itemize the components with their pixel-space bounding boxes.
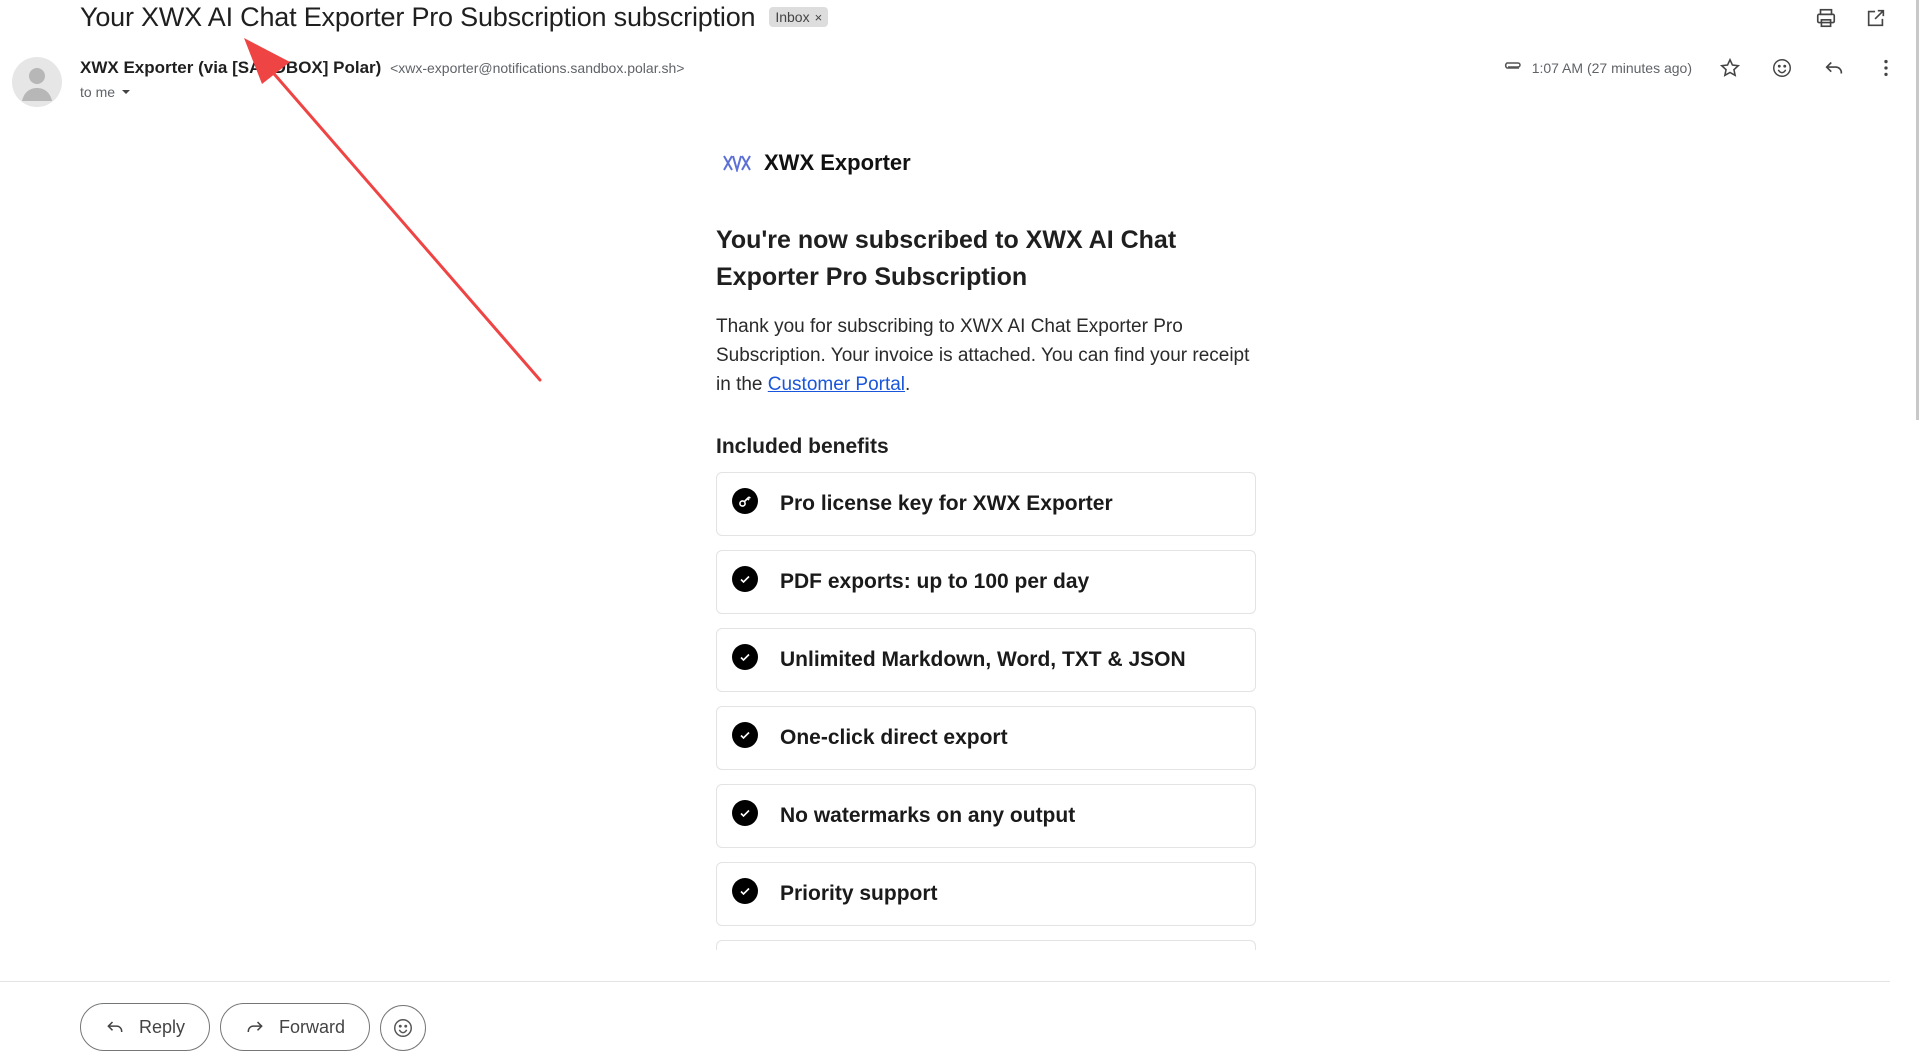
reply-actions: Reply Forward: [80, 1003, 427, 1051]
star-icon[interactable]: [1716, 54, 1744, 82]
forward-label: Forward: [279, 1016, 346, 1037]
print-icon[interactable]: [1812, 4, 1840, 32]
reply-icon[interactable]: [1820, 54, 1848, 82]
benefit-label: Pro license key for XWX Exporter: [780, 492, 1113, 515]
scrollbar[interactable]: [1910, 0, 1920, 420]
benefit-item: One-click direct export: [716, 706, 1256, 770]
email-subject: Your XWX AI Chat Exporter Pro Subscripti…: [80, 1, 756, 32]
reply-button[interactable]: Reply: [80, 1003, 211, 1051]
timestamp-wrap: 1:07 AM (27 minutes ago): [1502, 60, 1692, 76]
attachment-icon: [1504, 62, 1521, 69]
footer-divider: [0, 981, 1890, 982]
benefit-label: Unlimited Markdown, Word, TXT & JSON: [780, 648, 1186, 671]
forward-icon: [247, 1021, 263, 1032]
brand-name: XWX Exporter: [764, 150, 911, 175]
more-options-icon[interactable]: [1872, 54, 1900, 82]
benefit-item: Unlimited Markdown, Word, TXT & JSON: [716, 628, 1256, 692]
check-icon: [732, 878, 758, 904]
check-icon: [732, 644, 758, 670]
email-paragraph: Thank you for subscribing to XWX AI Chat…: [716, 312, 1256, 399]
timestamp: 1:07 AM (27 minutes ago): [1531, 60, 1692, 76]
benefit-label: PDF exports: up to 100 per day: [780, 570, 1090, 593]
benefit-label: One-click direct export: [780, 726, 1008, 749]
check-icon: [732, 722, 758, 748]
emoji-reaction-icon[interactable]: [1768, 54, 1796, 82]
inbox-label-chip[interactable]: Inbox ×: [769, 7, 829, 27]
sender-line: XWX Exporter (via [SANDBOX] Polar) <xwx-…: [80, 58, 684, 78]
benefit-item: Priority support: [716, 862, 1256, 926]
brand-header: XWX Exporter: [722, 150, 1256, 176]
message-meta: 1:07 AM (27 minutes ago): [1502, 54, 1900, 82]
check-icon: [732, 800, 758, 826]
email-heading: You're now subscribed to XWX AI Chat Exp…: [716, 226, 1177, 291]
recipient-text: to me: [80, 84, 116, 100]
benefit-item: Pro license key for XWX Exporter: [716, 472, 1256, 536]
recipient-toggle[interactable]: to me: [80, 84, 131, 100]
sender-avatar: [12, 57, 62, 107]
remove-label-icon[interactable]: ×: [815, 10, 823, 25]
inbox-label-text: Inbox: [775, 9, 810, 25]
emoji-icon: [394, 1019, 413, 1037]
subject-row: Your XWX AI Chat Exporter Pro Subscripti…: [80, 0, 829, 34]
scrollbar-thumb[interactable]: [1916, 0, 1919, 420]
check-icon: [732, 566, 758, 592]
top-toolbar: [1812, 4, 1890, 32]
benefits-list: Pro license key for XWX Exporter PDF exp…: [716, 472, 1256, 950]
sender-name[interactable]: XWX Exporter (via [SANDBOX] Polar): [80, 58, 381, 77]
benefit-item: No watermarks on any output: [716, 784, 1256, 848]
customer-portal-link[interactable]: Customer Portal: [768, 374, 905, 395]
forward-button[interactable]: Forward: [220, 1003, 371, 1051]
email-body: XWX Exporter You're now subscribed to XW…: [716, 150, 1256, 964]
reply-icon: [107, 1021, 123, 1032]
benefits-title: Included benefits: [716, 435, 889, 458]
emoji-button[interactable]: [380, 1005, 427, 1051]
benefit-item-partial: [716, 940, 1256, 950]
key-icon: [732, 488, 758, 514]
caret-down-icon: [122, 90, 131, 94]
reply-label: Reply: [139, 1016, 186, 1037]
open-in-new-window-icon[interactable]: [1862, 4, 1890, 32]
xwx-logo-icon: [723, 155, 751, 172]
sender-email: <xwx-exporter@notifications.sandbox.pola…: [390, 60, 685, 76]
benefit-label: No watermarks on any output: [780, 804, 1076, 827]
benefit-item: PDF exports: up to 100 per day: [716, 550, 1256, 614]
paragraph-end: .: [905, 374, 911, 395]
benefit-label: Priority support: [780, 882, 938, 905]
